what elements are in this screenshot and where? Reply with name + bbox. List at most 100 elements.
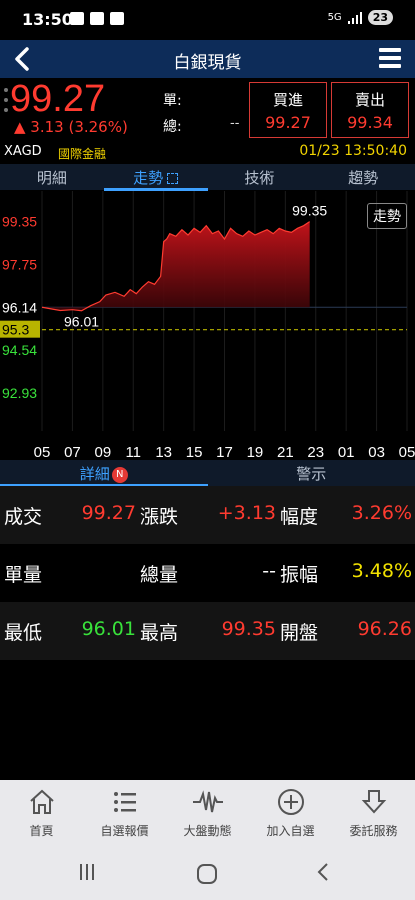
menu-icon[interactable] bbox=[379, 48, 401, 68]
x-axis-label: 19 bbox=[247, 444, 264, 459]
buy-price: 99.27 bbox=[265, 113, 311, 132]
price-change: ▲ 3.13 (3.26%) bbox=[14, 118, 128, 136]
status-time: 13:50 bbox=[22, 10, 73, 29]
symbol-code: XAGD bbox=[4, 144, 42, 159]
stat-value: 96.01 bbox=[81, 618, 136, 640]
nav-market[interactable]: 大盤動態 bbox=[166, 780, 249, 846]
signal-icon bbox=[347, 11, 362, 24]
tab-technical[interactable]: 技術 bbox=[208, 164, 312, 190]
x-axis-label: 03 bbox=[368, 444, 385, 459]
stat-value: +3.13 bbox=[217, 502, 276, 524]
last-price: 99.27 bbox=[10, 78, 106, 120]
list-icon bbox=[113, 792, 136, 812]
view-tabs: 明細 走勢 技術 趨勢 bbox=[0, 164, 415, 191]
x-axis-label: 07 bbox=[64, 444, 81, 459]
tab-label: 明細 bbox=[36, 169, 67, 187]
system-back-icon[interactable] bbox=[315, 862, 331, 882]
status-bar: 13:50 5G 23 bbox=[0, 0, 415, 40]
nav-watchlist[interactable]: 自選報價 bbox=[83, 780, 166, 846]
stat-label: 最高 bbox=[140, 622, 179, 644]
stat-value: 3.48% bbox=[351, 560, 412, 582]
play-notification-icon bbox=[110, 12, 124, 25]
market-label: 國際金融 bbox=[58, 147, 107, 161]
stats-row: 最低 96.01 最高 99.35 開盤 96.26 bbox=[0, 602, 415, 660]
y-axis-label: 95.3 bbox=[2, 322, 29, 338]
nav-label: 委託服務 bbox=[349, 824, 398, 838]
stat-label: 漲跌 bbox=[140, 506, 179, 528]
recent-apps-icon[interactable] bbox=[80, 864, 100, 882]
trend-toggle-button[interactable]: 走勢 bbox=[367, 203, 407, 229]
x-axis-label: 13 bbox=[155, 444, 172, 459]
notification-icons bbox=[70, 12, 124, 25]
buy-button[interactable]: 買進 99.27 bbox=[249, 82, 327, 138]
info-row: XAGD 國際金融 01/23 13:50:40 bbox=[0, 142, 415, 164]
x-axis-label: 23 bbox=[307, 444, 324, 459]
price-chart[interactable]: 99.35 97.75 96.14 95.3 94.54 92.93 05 07 09 11 13 1… bbox=[0, 191, 415, 459]
nav-home[interactable]: 首頁 bbox=[0, 780, 83, 846]
network-label: 5G bbox=[327, 12, 342, 23]
x-axis-label: 15 bbox=[186, 444, 203, 459]
sell-button[interactable]: 賣出 99.34 bbox=[331, 82, 409, 138]
tab-trend[interactable]: 走勢 bbox=[103, 164, 208, 191]
system-nav-bar bbox=[0, 846, 415, 900]
x-axis-label: 17 bbox=[216, 444, 233, 459]
x-axis-label: 11 bbox=[125, 444, 141, 459]
tab-label: 走勢 bbox=[133, 169, 164, 187]
stat-label: 振幅 bbox=[280, 564, 319, 586]
x-axis-label: 01 bbox=[338, 444, 355, 459]
stat-label: 幅度 bbox=[280, 506, 319, 528]
pulse-icon bbox=[192, 790, 223, 813]
detail-tabs: 詳細 N 警示 bbox=[0, 460, 415, 487]
nav-label: 加入自選 bbox=[266, 824, 315, 838]
stat-value: 99.27 bbox=[81, 502, 136, 524]
y-axis-label: 94.54 bbox=[2, 342, 37, 358]
tab-details[interactable]: 詳細 N bbox=[0, 460, 208, 487]
tab-tendency[interactable]: 趨勢 bbox=[311, 164, 415, 190]
x-axis-label: 05 bbox=[399, 444, 415, 459]
app-header: 白銀現貨 bbox=[0, 40, 415, 78]
buy-label: 買進 bbox=[272, 91, 303, 109]
order-icon bbox=[361, 790, 386, 814]
tab-label: 警示 bbox=[296, 465, 327, 483]
tab-label: 趨勢 bbox=[348, 169, 379, 187]
bottom-nav: 首頁 自選報價 大盤動態 加入自選 委託服務 bbox=[0, 780, 415, 846]
stat-value: 99.35 bbox=[221, 618, 276, 640]
nav-label: 自選報價 bbox=[100, 824, 149, 838]
battery-indicator: 23 bbox=[367, 10, 393, 25]
stats-row: 成交 99.27 漲跌 +3.13 幅度 3.26% bbox=[0, 486, 415, 544]
stat-value: -- bbox=[262, 560, 276, 582]
sell-price: 99.34 bbox=[347, 113, 393, 132]
home-button-icon[interactable] bbox=[197, 864, 217, 884]
quote-datetime: 01/23 13:50:40 bbox=[299, 143, 407, 159]
y-axis-label: 96.14 bbox=[2, 299, 37, 315]
nav-orders[interactable]: 委託服務 bbox=[332, 780, 415, 846]
stat-label: 最低 bbox=[4, 622, 43, 644]
stat-value: 3.26% bbox=[351, 502, 412, 524]
new-badge: N bbox=[111, 467, 128, 483]
tab-detail[interactable]: 明細 bbox=[0, 164, 104, 190]
low-annotation: 96.01 bbox=[64, 314, 99, 330]
page-title: 白銀現貨 bbox=[173, 53, 242, 73]
nav-label: 首頁 bbox=[29, 824, 54, 838]
x-axis-label: 09 bbox=[94, 444, 111, 459]
single-volume-label: 單: bbox=[163, 93, 182, 109]
stats-panel: 成交 99.27 漲跌 +3.13 幅度 3.26% 單量 總量 -- 振幅 3… bbox=[0, 486, 415, 718]
tab-label: 詳細 bbox=[79, 465, 110, 483]
y-axis-label: 99.35 bbox=[2, 214, 37, 230]
home-icon bbox=[29, 789, 54, 814]
price-area bbox=[42, 221, 310, 311]
fullscreen-icon[interactable] bbox=[167, 173, 179, 184]
x-axis-label: 05 bbox=[34, 444, 51, 459]
total-volume-label: 總: bbox=[163, 119, 182, 135]
status-right: 5G 23 bbox=[328, 10, 393, 25]
chart-svg: 99.35 97.75 96.14 95.3 94.54 92.93 05 07 09 11 13 1… bbox=[0, 191, 415, 459]
nav-add-watch[interactable]: 加入自選 bbox=[249, 780, 332, 846]
x-axis-label: 21 bbox=[277, 444, 294, 459]
stat-label: 總量 bbox=[140, 564, 179, 586]
y-axis-label: 92.93 bbox=[2, 385, 37, 401]
stat-label: 開盤 bbox=[280, 622, 319, 644]
tab-label: 技術 bbox=[244, 169, 275, 187]
tab-alerts[interactable]: 警示 bbox=[208, 460, 415, 486]
stat-label: 單量 bbox=[4, 564, 43, 586]
nav-label: 大盤動態 bbox=[183, 824, 232, 838]
